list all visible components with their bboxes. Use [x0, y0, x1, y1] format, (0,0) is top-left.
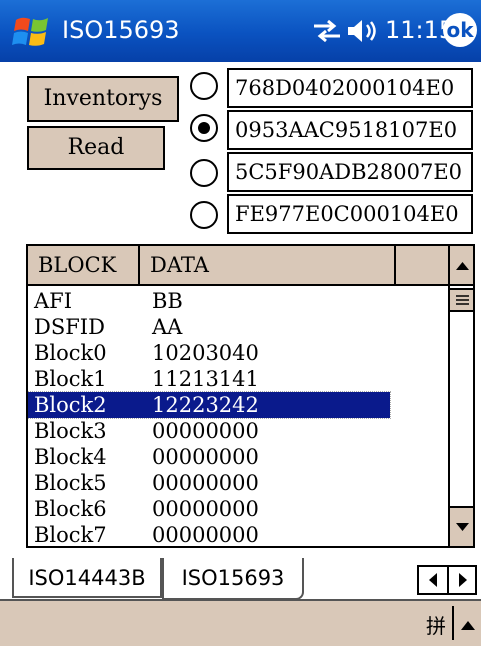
data-cell: 00000000 [152, 419, 259, 443]
grip-icon [456, 295, 469, 305]
input-method-button[interactable]: 拼 [426, 610, 446, 639]
ime-up-arrow-icon[interactable] [458, 616, 478, 636]
tag-radio-3[interactable] [190, 159, 218, 187]
tab-iso15693[interactable]: ISO15693 [162, 558, 304, 600]
column-header-data[interactable]: DATA [140, 246, 390, 284]
block-cell: Block5 [34, 471, 107, 495]
data-cell: 00000000 [152, 523, 259, 547]
read-button[interactable]: Read [27, 126, 165, 170]
block-cell: AFI [34, 289, 73, 313]
table-row[interactable]: Block4 00000000 [28, 444, 390, 470]
connectivity-icon[interactable] [312, 18, 342, 44]
scroll-down-icon [456, 523, 469, 531]
tag-uid-field[interactable]: 768D0402000104E0 [227, 68, 473, 108]
block-cell: Block3 [34, 419, 107, 443]
column-header-block[interactable]: BLOCK [28, 246, 138, 284]
table-row[interactable]: Block0 10203040 [28, 340, 390, 366]
table-row[interactable]: Block5 00000000 [28, 470, 390, 496]
scroll-up-icon [456, 262, 469, 270]
block-cell: Block2 [34, 393, 107, 417]
scroll-thumb[interactable] [450, 288, 473, 312]
tag-radio-2[interactable] [190, 114, 218, 142]
table-row[interactable]: Block7 00000000 [28, 522, 390, 547]
ok-button[interactable]: ok [443, 13, 477, 47]
data-cell: BB [152, 289, 183, 313]
table-row[interactable]: Block1 11213141 [28, 366, 390, 392]
list-header: BLOCK DATA [28, 246, 448, 286]
window-title: ISO15693 [62, 16, 180, 44]
volume-icon[interactable] [346, 17, 380, 45]
table-row-selected[interactable]: Block2 12223242 [28, 391, 391, 419]
tag-radio-4[interactable] [190, 201, 218, 229]
tag-uid-field[interactable]: 0953AAC9518107E0 [227, 110, 473, 150]
data-cell: 11213141 [152, 367, 259, 391]
menu-divider [452, 606, 454, 640]
block-cell: DSFID [34, 315, 105, 339]
data-cell: AA [152, 315, 183, 339]
inventory-button[interactable]: Inventorys [27, 76, 179, 122]
table-row[interactable]: DSFID AA [28, 314, 390, 340]
tab-right-icon[interactable] [449, 567, 477, 593]
windows-start-icon[interactable] [12, 14, 52, 50]
data-cell: 12223242 [152, 393, 259, 417]
tab-scroll-control[interactable] [417, 565, 477, 595]
data-cell: 00000000 [152, 445, 259, 469]
tab-iso14443b[interactable]: ISO14443B [12, 558, 162, 598]
tab-left-icon[interactable] [419, 567, 447, 593]
block-cell: Block7 [34, 523, 107, 547]
block-cell: Block1 [34, 367, 107, 391]
scroll-down-button[interactable] [450, 506, 473, 546]
column-divider [394, 246, 396, 284]
table-row[interactable]: AFI BB [28, 288, 390, 314]
block-cell: Block0 [34, 341, 107, 365]
block-cell: Block6 [34, 497, 107, 521]
table-row[interactable]: Block6 00000000 [28, 496, 390, 522]
vertical-scrollbar[interactable] [448, 246, 473, 546]
tag-radio-1[interactable] [190, 72, 218, 100]
data-cell: 00000000 [152, 497, 259, 521]
scroll-up-button[interactable] [450, 246, 473, 286]
tag-uid-field[interactable]: 5C5F90ADB28007E0 [227, 152, 473, 192]
block-list-view[interactable]: BLOCK DATA AFI BB DSFID AA Block0 10203040 … [26, 244, 475, 548]
block-cell: Block4 [34, 445, 107, 469]
table-row[interactable]: Block3 00000000 [28, 418, 390, 444]
menu-bar [0, 601, 481, 646]
data-cell: 00000000 [152, 471, 259, 495]
tag-uid-field[interactable]: FE977E0C000104E0 [227, 194, 473, 234]
data-cell: 10203040 [152, 341, 259, 365]
radio-checked-dot [198, 122, 210, 134]
